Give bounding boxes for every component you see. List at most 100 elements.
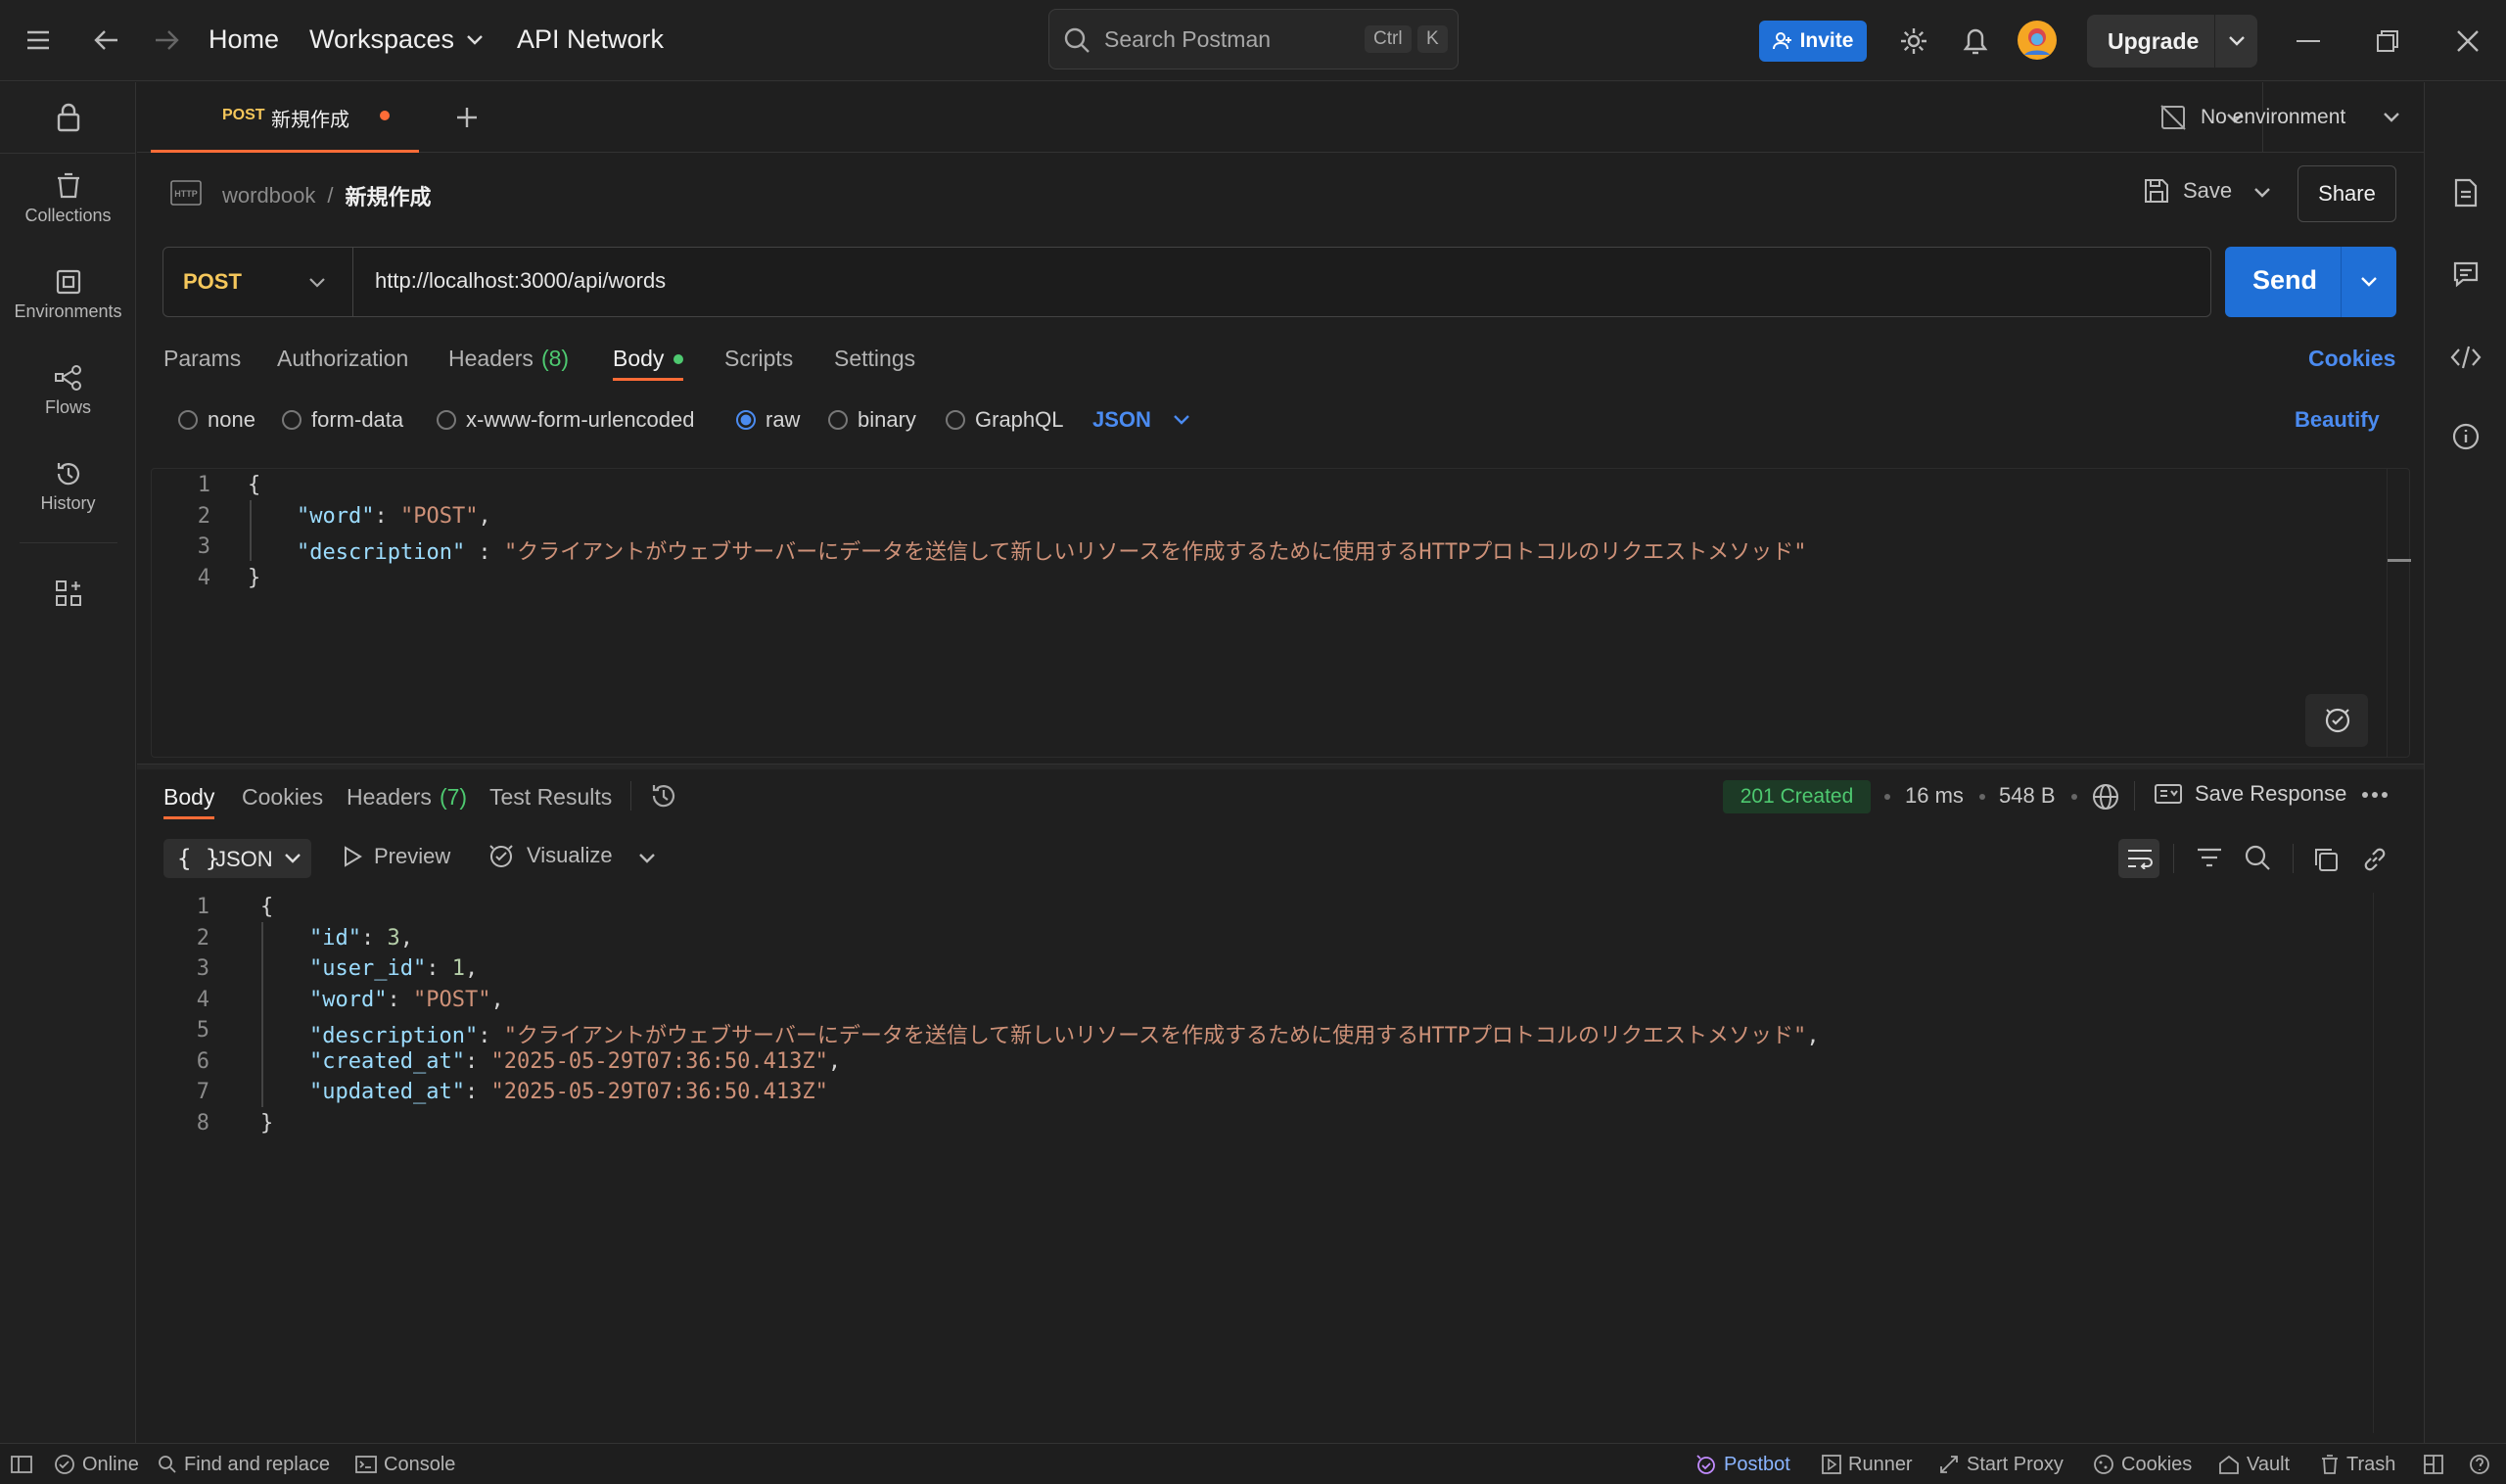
breadcrumb-collection[interactable]: wordbook [222,183,315,209]
body-type-none[interactable]: none [178,407,255,433]
body-type-urlencoded[interactable]: x-www-form-urlencoded [437,407,695,433]
postbot-button[interactable]: Postbot [1695,1444,1790,1484]
environment-selector[interactable]: No environment [2159,82,2400,153]
preview-button[interactable]: Preview [343,844,450,869]
link-icon[interactable] [2361,846,2389,873]
postbot-label: Postbot [1724,1453,1790,1475]
info-icon[interactable] [2452,423,2480,450]
documentation-icon[interactable] [2453,178,2479,208]
upgrade-button[interactable]: Upgrade [2087,15,2257,68]
tab-settings[interactable]: Settings [834,346,915,372]
find-replace-button[interactable]: Find and replace [158,1444,330,1484]
body-type-label: form-data [311,407,404,432]
comments-icon[interactable] [2452,260,2480,288]
body-type-binary[interactable]: binary [828,407,916,433]
tab-body[interactable]: Body [613,346,684,372]
json-key: "word" [297,504,375,529]
shortcut-ctrl: Ctrl [1365,25,1412,53]
share-button[interactable]: Share [2297,165,2396,222]
sidebar-item-environments[interactable]: Environments [0,268,136,322]
close-icon[interactable] [2456,29,2480,53]
add-tab-icon[interactable] [455,106,479,129]
response-time[interactable]: 16 ms [1905,783,1964,809]
postbot-button[interactable] [2305,694,2368,747]
back-arrow-icon[interactable] [94,27,119,53]
beautify-link[interactable]: Beautify [2295,407,2380,433]
url-input[interactable]: http://localhost:3000/api/words [375,268,666,294]
response-tab-body[interactable]: Body [163,784,214,811]
save-button[interactable]: Save [2144,178,2232,204]
lock-icon[interactable] [56,103,81,132]
body-type-form-data[interactable]: form-data [282,407,403,433]
api-network-link[interactable]: API Network [517,24,664,55]
help-icon[interactable] [2469,1444,2490,1484]
save-response-button[interactable]: Save Response [2154,781,2346,807]
menu-icon[interactable] [25,29,51,51]
sidebar-item-history[interactable]: History [0,460,136,514]
response-size[interactable]: 548 B [1999,783,2056,809]
minimize-icon[interactable] [2297,39,2320,43]
chevron-down-icon[interactable] [2228,35,2246,47]
runner-button[interactable]: Runner [1822,1444,1913,1484]
response-tab-headers[interactable]: Headers (7) [347,784,467,811]
tab-headers[interactable]: Headers (8) [448,346,569,372]
trash-button[interactable]: Trash [2320,1444,2395,1484]
chevron-down-icon[interactable] [2253,187,2271,199]
console-button[interactable]: Console [355,1444,455,1484]
json-string: "POST" [399,504,479,529]
visualize-button[interactable]: Visualize [487,842,613,869]
response-tab-test-results[interactable]: Test Results [489,784,612,811]
search-icon[interactable] [2244,844,2271,871]
vault-button[interactable]: Vault [2218,1444,2290,1484]
cookies-link[interactable]: Cookies [2308,346,2395,372]
upgrade-divider [2214,15,2215,68]
toggle-sidebar-icon[interactable] [11,1444,32,1484]
avatar[interactable] [2017,20,2058,61]
layout-icon[interactable] [2423,1444,2444,1484]
request-tab[interactable]: POST 新規作成 [151,82,419,153]
response-format-select[interactable]: { } JSON [163,839,311,878]
home-link[interactable]: Home [209,24,279,55]
more-options-icon[interactable] [2361,789,2389,801]
sidebar-item-label: Collections [24,206,112,225]
request-tab-strip: POST 新規作成 [137,82,2424,153]
restore-icon[interactable] [2376,29,2399,53]
gear-icon[interactable] [1898,25,1929,57]
response-body-viewer[interactable]: 1 2 3 4 5 6 7 8 { "id": 3, "user_id": 1,… [151,893,2422,1433]
globe-icon[interactable] [2091,782,2120,812]
tab-params[interactable]: Params [163,346,241,372]
workspaces-menu[interactable]: Workspaces [309,24,484,55]
invite-button[interactable]: Invite [1759,21,1867,62]
search-input[interactable]: Search Postman Ctrl K [1048,9,1459,70]
pane-divider[interactable] [137,764,2424,769]
wrap-lines-button[interactable] [2118,839,2159,878]
tab-authorization[interactable]: Authorization [277,346,408,372]
title-bar: Home Workspaces API Network Search Postm… [0,0,2506,81]
code-icon[interactable] [2450,345,2482,370]
sidebar-item-collections[interactable]: Collections [0,172,136,226]
bell-icon[interactable] [1962,25,1989,57]
send-button[interactable]: Send [2225,247,2396,317]
tab-scripts[interactable]: Scripts [724,346,793,372]
request-body-editor[interactable]: 1 2 3 4 { "word": "POST", "description" … [151,468,2411,758]
filter-icon[interactable] [2196,847,2223,868]
chevron-down-icon[interactable] [638,853,656,864]
online-status[interactable]: Online [54,1444,139,1484]
forward-arrow-icon[interactable] [154,27,179,53]
history-icon[interactable] [650,782,677,810]
raw-format-select[interactable]: JSON [1092,407,1190,433]
add-workbench-icon[interactable] [55,580,82,607]
cookies-button[interactable]: Cookies [2093,1444,2192,1484]
status-badge[interactable]: 201 Created [1723,780,1871,813]
response-tab-cookies[interactable]: Cookies [242,784,323,811]
tab-separator [630,781,631,811]
sidebar-item-flows[interactable]: Flows [0,364,136,418]
body-type-graphql[interactable]: GraphQL [946,407,1064,433]
breadcrumb-request-name[interactable]: 新規作成 [346,180,432,211]
method-select[interactable]: POST [163,248,353,316]
chevron-down-icon[interactable] [2360,276,2378,288]
save-icon [2144,178,2169,204]
copy-icon[interactable] [2312,846,2340,873]
body-type-raw[interactable]: raw [736,407,800,433]
start-proxy-button[interactable]: Start Proxy [1938,1444,2064,1484]
